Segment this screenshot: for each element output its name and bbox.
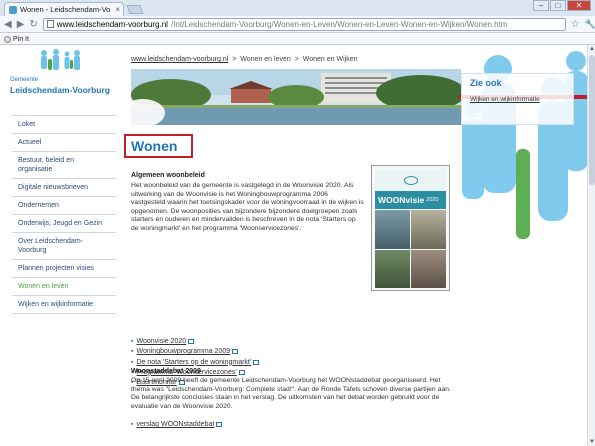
bookmark-star-icon[interactable]: ☆ <box>571 19 580 30</box>
verslag-link-text[interactable]: verslag WOONstaddebat <box>136 421 214 428</box>
logo-figures-icon <box>41 49 80 70</box>
breadcrumb-home[interactable]: www.leidschendam-voorburg.nl <box>131 56 228 63</box>
sidebar-item-loket[interactable]: Loket <box>12 116 116 134</box>
title-bar: Wonen - Leidschendam-Vo × – □ ✕ <box>0 0 595 16</box>
window-controls: – □ ✕ <box>533 0 591 11</box>
external-link-icon <box>232 349 239 355</box>
sidebar-item-plannen[interactable]: Plannen projecten visies <box>12 260 116 278</box>
breadcrumb-sep: > <box>232 56 237 63</box>
bullet: ▪ <box>131 338 134 345</box>
header-banner-image <box>131 69 461 125</box>
navigation-bar: ◀ ▶ ↻ www.leidschendam-voorburg.nl/Int/L… <box>0 16 595 33</box>
sidebar-item-wonen[interactable]: Wonen en leven <box>12 278 116 296</box>
section-title-debat: Woonstaddebat 2009 <box>131 368 201 375</box>
address-bar[interactable]: www.leidschendam-voorburg.nl/Int/Leidsch… <box>42 17 566 31</box>
cover-photos <box>375 210 446 288</box>
bullet: ▪ <box>131 348 134 356</box>
link-starters[interactable]: De nota 'Starters op de woningmarkt' <box>136 359 251 366</box>
pin-icon <box>4 35 11 43</box>
list-item[interactable]: ▪ Woonvisie 2020 <box>131 337 259 347</box>
breadcrumb: www.leidschendam-voorburg.nl > Wonen en … <box>131 56 357 63</box>
tab-title: Wonen - Leidschendam-Vo <box>20 5 111 14</box>
municipality-logo[interactable]: Gemeente Leidschendam-Voorburg <box>6 49 116 99</box>
woonvisie-cover-image[interactable]: WOONvisie 2020 <box>371 165 450 291</box>
external-link-icon <box>253 359 260 365</box>
sidebar-nav: Loket Actueel Bestuur, beleid en organis… <box>12 115 116 314</box>
breadcrumb-sep: > <box>294 56 299 63</box>
cover-year: 2020 <box>426 197 439 203</box>
cover-photo <box>411 249 446 288</box>
cover-photo <box>411 210 446 249</box>
url-host: www.leidschendam-voorburg.nl <box>56 19 168 29</box>
external-link-icon <box>188 339 195 344</box>
verslag-link[interactable]: ▪ verslag WOONstaddebat <box>131 421 223 428</box>
bullet: ▪ <box>131 421 134 428</box>
bookmarks-bar: Pin It <box>0 34 595 45</box>
list-item[interactable]: ▪ De nota 'Starters op de woningmarkt' <box>131 358 260 368</box>
sidebar-item-wijken[interactable]: Wijken en wijkinformatie <box>12 296 116 314</box>
cover-logo-icon <box>403 175 418 185</box>
cover-title: WOONvisie 2020 <box>375 191 446 209</box>
forward-button[interactable]: ▶ <box>17 19 25 30</box>
logo-name: Leidschendam-Voorburg <box>10 85 110 95</box>
tab-close-icon[interactable]: × <box>115 5 120 14</box>
cover-photo <box>375 249 410 288</box>
cover-title-text: WOONvisie <box>378 195 425 205</box>
back-button[interactable]: ◀ <box>4 19 12 30</box>
sidebar-item-over[interactable]: Over Leidschendam-Voorburg <box>12 233 116 260</box>
section-title-woonbeleid: Algemeen woonbeleid <box>131 172 205 179</box>
reload-button[interactable]: ↻ <box>29 19 37 30</box>
link-woningbouwprogramma[interactable]: Woningbouwprogramma 2009 <box>136 348 230 355</box>
cover-top <box>375 169 446 191</box>
see-also-box: Zie ook Wijken en wijkinformatie <box>461 73 574 125</box>
link-woonvisie[interactable]: Woonvisie 2020 <box>136 338 186 345</box>
vertical-scrollbar[interactable]: ▲ ▼ <box>587 45 595 446</box>
scroll-up-icon[interactable]: ▲ <box>588 45 595 53</box>
favicon-icon <box>9 5 17 14</box>
cover-photo <box>375 210 410 249</box>
scroll-down-icon[interactable]: ▼ <box>588 438 595 446</box>
browser-tab[interactable]: Wonen - Leidschendam-Vo × <box>4 2 124 16</box>
page-title: Wonen <box>131 138 178 154</box>
bookmark-pin-it[interactable]: Pin It <box>13 36 29 43</box>
sidebar-item-actueel[interactable]: Actueel <box>12 134 116 152</box>
see-also-link[interactable]: Wijken en wijkinformatie <box>470 96 565 103</box>
page-icon <box>46 20 54 28</box>
maximize-button[interactable]: □ <box>550 0 566 11</box>
page-title-box: Wonen <box>124 134 193 158</box>
page-viewport: Gemeente Leidschendam-Voorburg Loket Act… <box>0 45 587 446</box>
new-tab-button[interactable] <box>126 5 144 14</box>
sidebar-item-nieuwsbrieven[interactable]: Digitale nieuwsbrieven <box>12 179 116 197</box>
section-text-woonbeleid: Het woonbeleid van de gemeente is vastge… <box>131 182 364 232</box>
sidebar-item-onderwijs[interactable]: Onderwijs, Jeugd en Gezin <box>12 215 116 233</box>
breadcrumb-wonen-en-leven[interactable]: Wonen en leven <box>240 56 290 63</box>
wrench-menu-icon[interactable]: 🔧 <box>585 19 595 30</box>
sidebar-item-ondernemen[interactable]: Ondernemen <box>12 197 116 215</box>
scroll-thumb[interactable] <box>589 55 595 185</box>
external-link-icon <box>216 422 223 427</box>
minimize-button[interactable]: – <box>533 0 549 11</box>
close-window-button[interactable]: ✕ <box>567 0 591 11</box>
external-link-icon <box>238 369 245 375</box>
section-text-debat: Op 15 april 2009 heeft de gemeente Leids… <box>131 377 451 410</box>
breadcrumb-wonen-en-wijken: Wonen en Wijken <box>302 56 358 63</box>
see-also-title: Zie ook <box>470 78 502 88</box>
sidebar-item-bestuur[interactable]: Bestuur, beleid en organisatie <box>12 152 116 179</box>
bullet: ▪ <box>131 358 134 366</box>
logo-gemeente: Gemeente <box>10 77 39 83</box>
list-item[interactable]: ▪ Woningbouwprogramma 2009 <box>131 347 259 357</box>
url-path: /Int/Leidschendam-Voorburg/Wonen-en-Leve… <box>170 19 508 29</box>
